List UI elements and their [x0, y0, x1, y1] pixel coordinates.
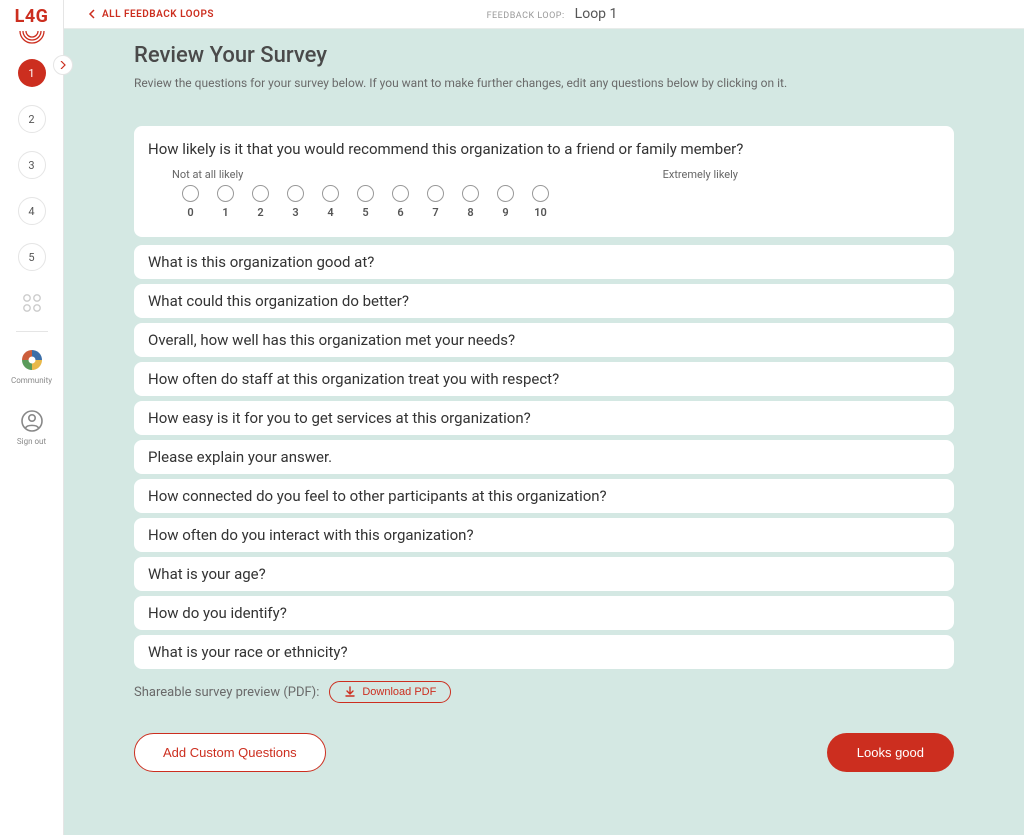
radio-icon — [532, 185, 549, 202]
radio-icon — [462, 185, 479, 202]
scale-value-label: 8 — [467, 206, 473, 219]
question-text: How connected do you feel to other parti… — [148, 487, 940, 505]
question-text: How likely is it that you would recommen… — [148, 140, 940, 158]
scale-value-label: 7 — [432, 206, 438, 219]
radio-icon — [357, 185, 374, 202]
breadcrumb-section-label: FEEDBACK LOOP: — [487, 11, 565, 21]
question-text: What is your age? — [148, 565, 940, 583]
topbar: ALL FEEDBACK LOOPS FEEDBACK LOOP: Loop 1 — [64, 0, 1024, 29]
question-text: How often do staff at this organization … — [148, 370, 940, 388]
download-pdf-button[interactable]: Download PDF — [329, 681, 451, 703]
community-icon[interactable] — [20, 348, 44, 372]
question-text: What is this organization good at? — [148, 253, 940, 271]
scale-option-8[interactable]: 8 — [462, 185, 479, 219]
footer-row: Add Custom Questions Looks good — [134, 733, 954, 772]
breadcrumb-back[interactable]: ALL FEEDBACK LOOPS — [88, 9, 214, 20]
settings-icon[interactable] — [18, 289, 46, 317]
question-card[interactable]: How do you identify? — [134, 596, 954, 630]
looks-good-button[interactable]: Looks good — [827, 733, 954, 772]
question-text: How easy is it for you to get services a… — [148, 409, 940, 427]
scale-value-label: 6 — [397, 206, 403, 219]
question-text: What could this organization do better? — [148, 292, 940, 310]
question-text: How often do you interact with this orga… — [148, 526, 940, 544]
breadcrumb-center: FEEDBACK LOOP: Loop 1 — [214, 6, 890, 22]
question-card[interactable]: What is your age? — [134, 557, 954, 591]
scale-option-6[interactable]: 6 — [392, 185, 409, 219]
sidebar-divider — [16, 331, 48, 332]
download-pdf-label: Download PDF — [362, 686, 436, 698]
radio-icon — [392, 185, 409, 202]
scale-option-9[interactable]: 9 — [497, 185, 514, 219]
scale-option-10[interactable]: 10 — [532, 185, 549, 219]
page-subtitle: Review the questions for your survey bel… — [134, 76, 954, 90]
question-text: Overall, how well has this organization … — [148, 331, 940, 349]
radio-icon — [287, 185, 304, 202]
question-card-expanded[interactable]: How likely is it that you would recommen… — [134, 126, 954, 237]
question-card[interactable]: What is your race or ethnicity? — [134, 635, 954, 669]
logo: L4G — [15, 6, 49, 27]
radio-icon — [217, 185, 234, 202]
radio-icon — [427, 185, 444, 202]
scale-value-label: 3 — [292, 206, 298, 219]
scale-value-label: 0 — [187, 206, 193, 219]
scale-option-3[interactable]: 3 — [287, 185, 304, 219]
radio-icon — [252, 185, 269, 202]
scale-value-label: 1 — [222, 206, 228, 219]
scale-value-label: 4 — [327, 206, 333, 219]
user-icon[interactable] — [20, 409, 44, 433]
radio-icon — [322, 185, 339, 202]
question-text: Please explain your answer. — [148, 448, 940, 466]
step-1[interactable]: 1 — [18, 59, 46, 87]
step-3[interactable]: 3 — [18, 151, 46, 179]
scale-value-label: 2 — [257, 206, 263, 219]
signout-label[interactable]: Sign out — [17, 437, 46, 446]
radio-icon — [497, 185, 514, 202]
question-card[interactable]: What is this organization good at? — [134, 245, 954, 279]
question-card[interactable]: What could this organization do better? — [134, 284, 954, 318]
question-card[interactable]: How connected do you feel to other parti… — [134, 479, 954, 513]
scale-option-1[interactable]: 1 — [217, 185, 234, 219]
question-card[interactable]: Overall, how well has this organization … — [134, 323, 954, 357]
chevron-right-icon — [59, 61, 67, 69]
scale-option-5[interactable]: 5 — [357, 185, 374, 219]
question-card[interactable]: How easy is it for you to get services a… — [134, 401, 954, 435]
scale-label-max: Extremely likely — [663, 168, 738, 181]
download-icon — [344, 686, 356, 698]
step-2[interactable]: 2 — [18, 105, 46, 133]
community-label[interactable]: Community — [11, 376, 52, 385]
radio-icon — [182, 185, 199, 202]
question-card[interactable]: How often do you interact with this orga… — [134, 518, 954, 552]
main-area: ALL FEEDBACK LOOPS FEEDBACK LOOP: Loop 1… — [64, 0, 1024, 835]
question-card[interactable]: Please explain your answer. — [134, 440, 954, 474]
question-card[interactable]: How often do staff at this organization … — [134, 362, 954, 396]
likert-scale: Not at all likely Extremely likely 0 1 2 3 4… — [148, 168, 940, 219]
scale-label-min: Not at all likely — [172, 168, 243, 181]
question-text: How do you identify? — [148, 604, 940, 622]
pdf-row: Shareable survey preview (PDF): Download… — [134, 681, 954, 703]
scale-option-4[interactable]: 4 — [322, 185, 339, 219]
breadcrumb-section-value: Loop 1 — [575, 6, 618, 22]
scale-option-0[interactable]: 0 — [182, 185, 199, 219]
add-custom-questions-button[interactable]: Add Custom Questions — [134, 733, 326, 772]
question-text: What is your race or ethnicity? — [148, 643, 940, 661]
scale-option-2[interactable]: 2 — [252, 185, 269, 219]
scale-value-label: 5 — [362, 206, 368, 219]
sidebar-collapse-toggle[interactable] — [53, 55, 73, 75]
content: Review Your Survey Review the questions … — [64, 29, 1024, 835]
scale-value-label: 9 — [502, 206, 508, 219]
step-4[interactable]: 4 — [18, 197, 46, 225]
breadcrumb-back-label: ALL FEEDBACK LOOPS — [102, 9, 214, 20]
page-title: Review Your Survey — [134, 43, 954, 68]
pdf-label: Shareable survey preview (PDF): — [134, 685, 319, 700]
chevron-left-icon — [88, 9, 96, 19]
scale-option-7[interactable]: 7 — [427, 185, 444, 219]
step-5[interactable]: 5 — [18, 243, 46, 271]
sidebar: L4G 1 2 3 4 5 Community Sign out — [0, 0, 64, 835]
scale-value-label: 10 — [534, 206, 547, 219]
logo-arc-icon — [17, 29, 47, 47]
